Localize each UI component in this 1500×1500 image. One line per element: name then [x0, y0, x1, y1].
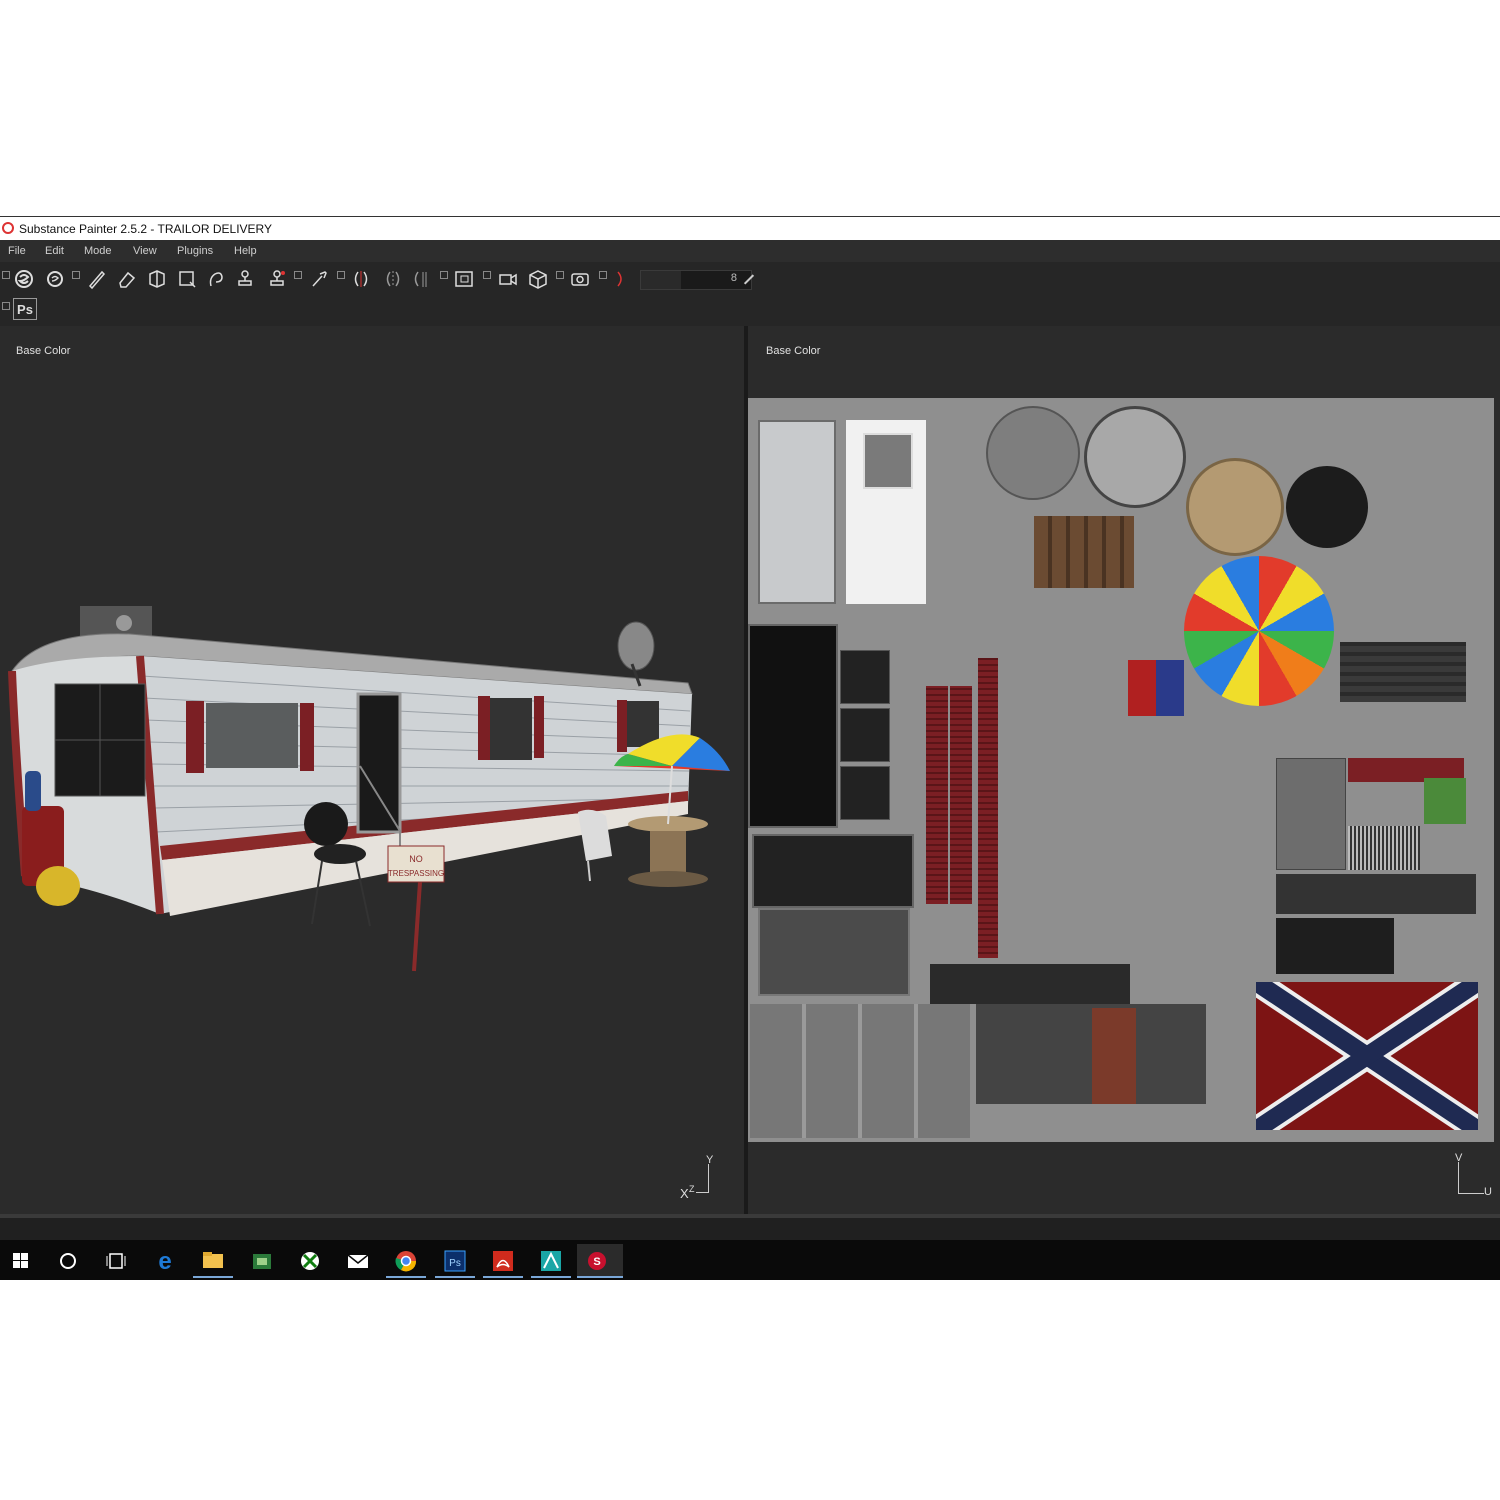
toolbar-popout[interactable] — [337, 271, 345, 279]
edge-icon[interactable]: e — [145, 1244, 185, 1278]
toolbar-popout[interactable] — [483, 271, 491, 279]
material-picker-icon[interactable] — [266, 268, 288, 290]
axis-gizmo-uv: V U — [1454, 1152, 1498, 1202]
eraser-icon[interactable] — [116, 268, 138, 290]
menu-view[interactable]: View — [133, 240, 157, 262]
menu-bar: File Edit Mode View Plugins Help — [0, 240, 1500, 262]
axis-u-label: U — [1484, 1186, 1492, 1198]
task-view-icon[interactable] — [96, 1244, 136, 1278]
symmetry-radial-icon[interactable] — [410, 268, 432, 290]
pencil-edit-icon[interactable] — [741, 270, 757, 286]
polygon-fill-icon[interactable] — [176, 268, 198, 290]
uv-texture-sheet — [748, 398, 1494, 1142]
file-explorer-icon[interactable] — [193, 1244, 233, 1278]
toolbar-popout[interactable] — [2, 302, 10, 310]
brush-icon[interactable] — [86, 268, 108, 290]
smudge-icon[interactable] — [205, 268, 227, 290]
cube-icon[interactable] — [527, 268, 549, 290]
viewport-2d-channel-label: Base Color — [766, 345, 821, 357]
toolbar-popout[interactable] — [294, 271, 302, 279]
title-bar: Substance Painter 2.5.2 - TRAILOR DELIVE… — [0, 216, 1500, 241]
svg-text:S: S — [593, 1256, 600, 1268]
maya-icon[interactable] — [531, 1244, 571, 1278]
search-circle-icon[interactable] — [48, 1244, 88, 1278]
axis-y-label: Y — [706, 1154, 714, 1166]
photoshop-export-button[interactable]: Ps — [13, 298, 37, 320]
axis-x-label: X — [680, 1186, 689, 1201]
toolbar-popout[interactable] — [440, 271, 448, 279]
toolbar-popout[interactable] — [599, 271, 607, 279]
svg-text:e: e — [158, 1248, 171, 1275]
menu-edit[interactable]: Edit — [45, 240, 64, 262]
flag-texture — [1256, 982, 1478, 1130]
camera-icon[interactable] — [497, 268, 519, 290]
application-window: Substance Painter 2.5.2 - TRAILOR DELIVE… — [0, 216, 1500, 1280]
menu-plugins[interactable]: Plugins — [177, 240, 213, 262]
substance-share-icon[interactable] — [13, 268, 35, 290]
substance-painter-icon[interactable]: S — [577, 1244, 623, 1278]
trailer-scene: NO TRESPASSING — [8, 606, 730, 972]
brush-alignment-icon[interactable] — [610, 268, 632, 290]
clone-icon[interactable] — [234, 268, 256, 290]
screenshot-icon[interactable] — [569, 268, 591, 290]
axis-z-label: Z — [689, 1184, 695, 1194]
menu-file[interactable]: File — [8, 240, 26, 262]
brush-size-value: 8 — [730, 272, 737, 284]
toolbar: 8 Ps — [0, 262, 1500, 326]
sign-text-no: NO — [409, 854, 423, 864]
toolbar-popout[interactable] — [2, 271, 10, 279]
view-mode-icon[interactable] — [453, 268, 475, 290]
viewport-3d[interactable]: Base Color NO TRESPASSING Y X Z — [0, 326, 744, 1214]
menu-mode[interactable]: Mode — [84, 240, 112, 262]
store-icon[interactable] — [242, 1244, 282, 1278]
acrobat-icon[interactable] — [483, 1244, 523, 1278]
chrome-icon[interactable] — [386, 1244, 426, 1278]
photoshop-icon[interactable]: Ps — [435, 1244, 475, 1278]
axis-v-label: V — [1455, 1152, 1463, 1164]
brush-size-slider[interactable]: 8 — [640, 270, 752, 290]
toolbar-popout[interactable] — [72, 271, 80, 279]
color-picker-icon[interactable] — [308, 268, 330, 290]
menu-help[interactable]: Help — [234, 240, 257, 262]
substance-source-icon[interactable] — [44, 268, 66, 290]
windows-taskbar: e Ps S — [0, 1240, 1500, 1280]
window-title: Substance Painter 2.5.2 - TRAILOR DELIVE… — [19, 222, 273, 236]
svg-text:Ps: Ps — [449, 1258, 461, 1269]
xbox-icon[interactable] — [290, 1244, 330, 1278]
symmetry-icon[interactable] — [350, 268, 372, 290]
brush-size-slider-fill — [641, 271, 681, 289]
axis-gizmo-3d: Y X Z — [678, 1154, 718, 1204]
windows-start-icon[interactable] — [0, 1244, 40, 1278]
mail-icon[interactable] — [338, 1244, 378, 1278]
symmetry-x-icon[interactable] — [382, 268, 404, 290]
sign-text-trespassing: TRESPASSING — [388, 869, 444, 878]
projection-icon[interactable] — [146, 268, 168, 290]
toolbar-popout[interactable] — [556, 271, 564, 279]
viewport-2d[interactable]: Base Color V U — [748, 326, 1500, 1214]
substance-logo-icon — [2, 222, 14, 234]
